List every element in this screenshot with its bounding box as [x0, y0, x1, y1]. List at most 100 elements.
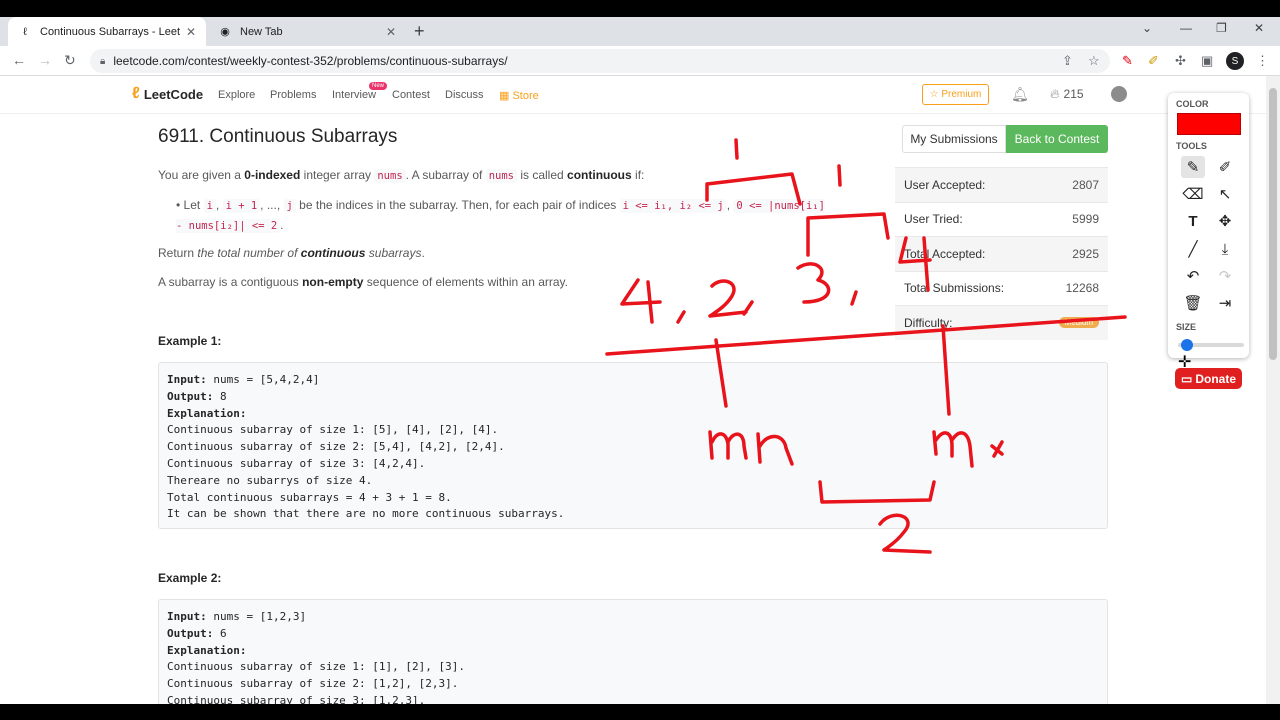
explanation-line: It can be shown that there are no more c… [167, 507, 565, 521]
text: A subarray is a contiguous [158, 275, 303, 289]
text: is called [517, 168, 568, 182]
output-label: Output: [167, 389, 214, 403]
condition-list-item: • Let i, i + 1, ..., j be the indices in… [176, 198, 825, 233]
leetcode-page: ℓ LeetCode Explore Problems Interview Ne… [0, 76, 1266, 704]
close-tab-icon[interactable]: ✕ [186, 25, 196, 39]
line-tool-icon[interactable]: ╱ [1181, 238, 1205, 260]
explanation-line: Continuous subarray of size 2: [1,2], [2… [167, 677, 459, 691]
download-tool-icon[interactable]: ⤓ [1213, 238, 1237, 260]
page-scrollbar[interactable] [1266, 76, 1280, 704]
explanation-line: Continuous subarray of size 1: [1], [2],… [167, 660, 466, 674]
problem-title: 6911. Continuous Subarrays [158, 126, 398, 147]
return-paragraph: Return the total number of continuous su… [158, 244, 848, 263]
new-tab-icon[interactable]: + [414, 21, 425, 42]
undo-icon[interactable]: ↶ [1181, 265, 1205, 287]
example-2-block: Input: nums = [1,2,3] Output: 6 Explanat… [158, 599, 1108, 704]
difficulty-badge: Medium [1058, 317, 1099, 329]
nav-explore[interactable]: Explore [218, 89, 255, 101]
user-account-icon[interactable] [1111, 86, 1127, 102]
explanation-line: Thereare no subarrys of size 4. [167, 473, 373, 487]
nav-problems[interactable]: Problems [270, 89, 316, 101]
streak-counter[interactable]: 🔥︎ 215 [1050, 86, 1084, 102]
profile-avatar[interactable]: S [1226, 52, 1244, 70]
leetcode-logo-icon: ℓ [132, 85, 140, 102]
explanation-line: Continuous subarray of size 3: [4,2,4]. [167, 456, 426, 470]
text: . A subarray of [405, 168, 486, 182]
premium-label: Premium [941, 89, 982, 100]
cursor-tool-icon[interactable]: ↖ [1213, 183, 1237, 205]
color-swatch[interactable] [1177, 113, 1241, 135]
stat-row: Difficulty: Medium [895, 305, 1108, 340]
output-value: 8 [213, 389, 227, 403]
maximize-icon[interactable]: ❐ [1216, 21, 1227, 35]
text-italic: the total number of [197, 246, 301, 260]
donate-button[interactable]: ▭ Donate [1175, 368, 1242, 389]
share-icon[interactable]: ⇪ [1062, 53, 1073, 69]
back-to-contest-button[interactable]: Back to Contest [1006, 125, 1108, 153]
stat-row: Total Submissions: 12268 [895, 270, 1108, 306]
text-bold: 0-indexed [244, 168, 301, 182]
contest-stats-table: User Accepted: 2807 User Tried: 5999 Total… [895, 167, 1108, 340]
side-panel-icon[interactable]: ▣ [1201, 53, 1213, 69]
leetcode-navbar: ℓ LeetCode Explore Problems Interview Ne… [0, 76, 1266, 114]
tools-label: TOOLS [1176, 141, 1207, 151]
nav-discuss[interactable]: Discuss [445, 89, 484, 101]
reload-icon[interactable]: ↻ [64, 52, 76, 69]
close-window-icon[interactable]: ✕ [1254, 21, 1264, 35]
text-tool-icon[interactable]: T [1181, 210, 1205, 232]
close-tab-icon[interactable]: ✕ [386, 25, 396, 39]
input-value: nums = [1,2,3] [206, 610, 307, 623]
explanation-line: Continuous subarray of size 2: [5,4], [4… [167, 440, 505, 454]
extensions-puzzle-icon[interactable]: ✣ [1175, 53, 1186, 69]
text: . [421, 246, 425, 260]
scrollbar-thumb[interactable] [1269, 88, 1277, 360]
trash-icon[interactable]: 🗑︎ [1181, 292, 1205, 314]
size-slider[interactable] [1178, 339, 1244, 351]
bookmark-star-icon[interactable]: ☆ [1088, 53, 1100, 69]
explanation-label: Explanation: [167, 643, 247, 657]
nav-interview[interactable]: Interview [332, 89, 376, 101]
minimize-icon[interactable]: — [1180, 21, 1192, 35]
example-1-block: Input: nums = [5,4,2,4] Output: 8 Explan… [158, 362, 1108, 529]
redo-icon[interactable]: ↷ [1213, 265, 1237, 287]
inline-code: i + 1 [222, 199, 261, 213]
text-bold-italic: continuous [300, 246, 366, 260]
leetcode-logo[interactable]: ℓ LeetCode [132, 85, 203, 103]
inline-code: j [283, 199, 296, 213]
highlighter-extension-icon[interactable]: ✐ [1148, 53, 1159, 69]
premium-button[interactable]: ☆ Premium [922, 84, 989, 105]
size-label: SIZE [1176, 322, 1197, 332]
move-tool-icon[interactable]: ✥ [1213, 210, 1237, 232]
tab-new-tab[interactable]: ◉ New Tab ✕ [208, 17, 406, 46]
tab-title: New Tab [240, 25, 283, 38]
annotation-toolbar: COLOR TOOLS ✎ ✐ ⌫ ↖ T ✥ ╱ ⤓ ↶ ↷ 🗑︎ ⇥ SIZ… [1168, 93, 1249, 358]
exit-icon[interactable]: ⇥ [1213, 292, 1237, 314]
nav-contest[interactable]: Contest [392, 89, 430, 101]
eraser-tool-icon[interactable]: ⌫ [1181, 183, 1205, 205]
pen-tool-icon[interactable]: ✎ [1181, 156, 1205, 178]
url-field[interactable]: 🔒︎ leetcode.com/contest/weekly-contest-3… [90, 49, 1110, 73]
text: , ..., [260, 198, 284, 212]
my-submissions-button[interactable]: My Submissions [902, 125, 1006, 153]
text-bold: continuous [567, 168, 632, 182]
forward-arrow-icon[interactable]: → [38, 52, 52, 68]
nav-store[interactable]: ▦ Store [499, 89, 539, 102]
output-value: 6 [213, 626, 227, 640]
example-1-title: Example 1: [158, 334, 222, 348]
explanation-line: Continuous subarray of size 3: [1,2,3]. [167, 693, 426, 704]
size-slider-knob[interactable] [1180, 339, 1193, 351]
stat-value: 2925 [1072, 246, 1099, 261]
tab-leetcode[interactable]: ℓ Continuous Subarrays - LeetCode ✕ [8, 17, 206, 46]
kebab-menu-icon[interactable]: ⋮ [1256, 53, 1269, 69]
explanation-line: Continuous subarray of size 1: [5], [4],… [167, 423, 499, 437]
back-arrow-icon[interactable]: ← [12, 52, 26, 68]
screen: ℓ Continuous Subarrays - LeetCode ✕ ◉ Ne… [0, 0, 1280, 720]
tab-search-icon[interactable]: ⌄ [1142, 21, 1152, 35]
subarray-definition: A subarray is a contiguous non-empty seq… [158, 273, 848, 292]
stat-label: User Tried: [904, 212, 963, 227]
stat-value: 12268 [1065, 281, 1099, 296]
notification-bell-icon[interactable]: 🔔︎ [1011, 86, 1029, 103]
text: Let [183, 198, 204, 212]
highlighter-tool-icon[interactable]: ✐ [1213, 156, 1237, 178]
pen-extension-icon[interactable]: ✎ [1122, 53, 1133, 69]
